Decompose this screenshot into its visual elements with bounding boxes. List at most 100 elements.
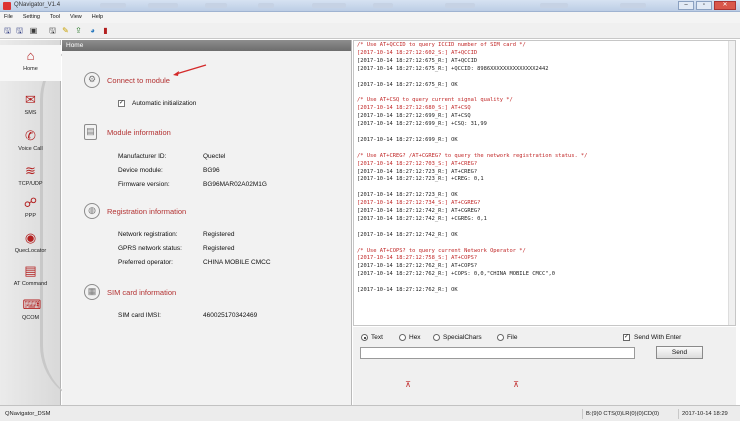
window-title: QNavigator_V1.4 (14, 2, 61, 8)
sidebar-item-voice-call[interactable]: ✆ Voice Call (0, 125, 61, 161)
save-as-icon[interactable]: 🖫 (15, 26, 24, 36)
save-icon[interactable]: 🖫 (3, 26, 12, 36)
sidebar-item-home[interactable]: ⌂ Home (0, 45, 61, 81)
title-blur-region (258, 3, 274, 8)
log-line: [2017-10-14 18:27:12:762_R:] AT+COPS? (357, 263, 478, 270)
sidebar-item-label: SMS (24, 110, 37, 116)
sidebar-item-label: QuecLocator (14, 248, 47, 254)
menu-tool[interactable]: Tool (46, 12, 64, 22)
menu-help[interactable]: Help (88, 12, 107, 22)
preferred-operator-value: CHINA MOBILE CMCC (203, 259, 271, 266)
send-with-enter-label: Send With Enter (634, 334, 682, 341)
menu-file[interactable]: File (0, 12, 17, 22)
menu-view[interactable]: View (66, 12, 86, 22)
log-line: [2017-10-14 18:27:12:723_R:] OK (357, 192, 458, 199)
home-icon: ⌂ (26, 48, 35, 63)
locator-icon: ◉ (24, 230, 37, 245)
sidebar-item-tcp-udp[interactable]: ≋ TCP/UDP (0, 160, 61, 196)
window-controls: – ▫ ✕ (678, 1, 736, 10)
send-with-enter-checkbox[interactable]: ✓ (623, 334, 630, 341)
log-scrollbar[interactable] (728, 41, 735, 325)
globe-icon[interactable]: ◕ (88, 26, 97, 36)
log-line: [2017-10-14 18:27:12:742_R:] AT+CGREG? (357, 208, 481, 215)
radio-hex-label: Hex (409, 334, 421, 341)
sidebar-item-qcom[interactable]: ⌨ QCOM (0, 294, 61, 330)
sim-card-icon: ▦ (84, 284, 100, 300)
log-line: [2017-10-14 18:27:12:675_R:] +QCCID: 898… (357, 65, 549, 72)
log-line: [2017-10-14 18:27:12:723_R:] +CREG: 0,1 (357, 176, 484, 183)
close-button[interactable]: ✕ (714, 1, 736, 10)
log-line: [2017-10-14 18:27:12:699_R:] AT+CSQ (357, 113, 471, 120)
title-blur-region (445, 3, 475, 8)
log-line: [2017-10-14 18:27:12:742_R:] +CGREG: 0,1 (357, 215, 487, 222)
module-info-title: Module information (107, 128, 171, 137)
globe-icon: ◍ (84, 203, 100, 219)
title-blur-region (205, 3, 227, 8)
log-line: [2017-10-14 18:27:12:762_R:] OK (357, 287, 458, 294)
log-line: [2017-10-14 18:27:12:675_R:] AT+QCCID (357, 57, 478, 64)
network-icon: ☍ (23, 195, 38, 210)
sidebar-item-ppp[interactable]: ☍ PPP (0, 192, 61, 228)
sidebar-item-label: AT Command (13, 281, 48, 287)
status-app-name: QNavigator_DSM (5, 411, 51, 417)
log-line: [2017-10-14 18:27:12:675_R:] OK (357, 81, 458, 88)
new-document-icon[interactable]: ▣ (29, 26, 38, 36)
manufacturer-value: Quectel (203, 153, 226, 160)
firmware-label: Firmware version: (118, 181, 170, 188)
radio-text-label: Text (371, 334, 383, 341)
log-line: [2017-10-14 18:27:12:734_S:] AT+CGREG? (357, 200, 481, 207)
sidebar-item-at-command[interactable]: ▤ AT Command (0, 260, 61, 296)
book-icon[interactable]: ▮ (101, 26, 110, 36)
gprs-status-value: Registered (203, 245, 235, 252)
qcom-icon: ⌨ (22, 297, 42, 312)
log-line: /* Use AT+CSQ to query current signal qu… (357, 97, 513, 104)
log-line: [2017-10-14 18:27:12:742_R:] OK (357, 231, 458, 238)
command-input[interactable] (360, 347, 635, 359)
log-line: /* Use AT+QCCID to query ICCID number of… (357, 42, 526, 48)
disk-icon[interactable]: 🖫 (48, 26, 57, 36)
menu-setting[interactable]: Setting (19, 12, 44, 22)
export-icon[interactable]: ⇪ (74, 26, 83, 36)
log-line: /* Use AT+COPS? to query current Network… (357, 247, 526, 254)
sidebar-item-label: PPP (24, 213, 36, 219)
menu-bar: File Setting Tool View Help (0, 12, 740, 23)
radio-text[interactable] (361, 334, 368, 341)
title-bar: QNavigator_V1.4 – ▫ ✕ (0, 0, 740, 12)
sidebar-item-queclocator[interactable]: ◉ QuecLocator (0, 227, 61, 263)
edit-icon[interactable]: ✎ (61, 26, 70, 36)
phone-icon: ✆ (25, 128, 36, 143)
minimize-button[interactable]: – (678, 1, 694, 10)
status-time: 2017-10-14 18:29 (678, 409, 738, 419)
sim-imsi-label: SIM card IMSI: (118, 312, 161, 319)
manufacturer-label: Manufacturer ID: (118, 153, 167, 160)
maximize-button[interactable]: ▫ (696, 1, 712, 10)
sidebar-item-label: TCP/UDP (18, 181, 43, 187)
network-registration-value: Registered (203, 231, 235, 238)
radio-special-chars[interactable] (433, 334, 440, 341)
log-line: [2017-10-14 18:27:12:699_R:] +CSQ: 31,99 (357, 121, 487, 128)
connect-to-module-title[interactable]: Connect to module (107, 76, 170, 85)
sidebar-item-label: Home (23, 66, 38, 72)
send-button[interactable]: Send (656, 346, 703, 359)
sidebar-item-sms[interactable]: ✉ SMS (0, 89, 61, 125)
log-line: [2017-10-14 18:27:12:602_S:] AT+QCCID (357, 49, 478, 56)
auto-init-checkbox[interactable]: ✓ (118, 100, 125, 107)
radio-hex[interactable] (399, 334, 406, 341)
app-icon (3, 2, 11, 10)
log-lines: /* Use AT+QCCID to query ICCID number of… (357, 42, 587, 295)
radio-file-label: File (507, 334, 518, 341)
at-log-panel[interactable]: /* Use AT+QCCID to query ICCID number of… (353, 40, 736, 326)
antenna-icon: ⊼ (405, 380, 411, 389)
auto-init-label: Automatic initialization (132, 100, 197, 107)
radio-file[interactable] (497, 334, 504, 341)
at-command-icon: ▤ (24, 263, 37, 278)
log-line: [2017-10-14 18:27:12:758_S:] AT+COPS? (357, 255, 478, 262)
radio-special-chars-label: SpecialChars (443, 334, 482, 341)
title-blur-region (148, 3, 178, 8)
